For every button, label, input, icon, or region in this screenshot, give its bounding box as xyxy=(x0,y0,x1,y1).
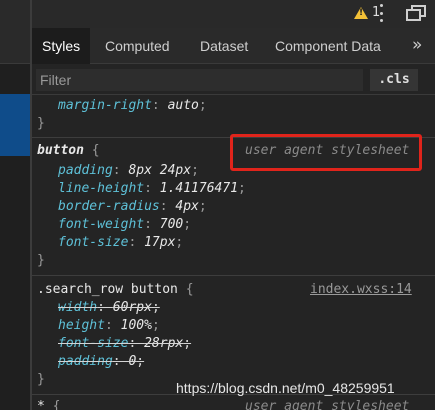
style-property-overridden[interactable]: padding: 0; xyxy=(58,353,144,371)
style-property[interactable]: margin-right: auto; xyxy=(58,97,207,115)
rule-close-brace: } xyxy=(37,116,45,131)
rule-close-brace: } xyxy=(37,372,45,387)
tab-dataset[interactable]: Dataset xyxy=(190,28,258,64)
cls-toggle-button[interactable]: .cls xyxy=(370,69,418,91)
rule-source-link[interactable]: index.wxss:14 xyxy=(310,281,412,299)
page-preview-strip xyxy=(0,0,30,410)
tab-component-data[interactable]: Component Data xyxy=(265,28,391,64)
tab-computed[interactable]: Computed xyxy=(95,28,180,64)
undock-icon[interactable] xyxy=(406,5,426,21)
preview-toolbar-strip xyxy=(0,0,30,28)
warnings-counter[interactable]: 1 xyxy=(354,5,380,20)
style-property-overridden[interactable]: font-size: 28rpx; xyxy=(58,335,191,353)
rule-separator xyxy=(32,275,435,276)
style-property[interactable]: line-height: 1.41176471; xyxy=(58,180,246,198)
kebab-menu-icon[interactable] xyxy=(378,4,384,22)
rule-selector[interactable]: * { xyxy=(37,398,60,410)
watermark-text: https://blog.csdn.net/m0_48259951 xyxy=(176,380,395,396)
sidebar-tabs: Styles Computed Dataset Component Data » xyxy=(32,28,435,64)
tabs-overflow-chevron-icon[interactable]: » xyxy=(412,28,422,64)
warning-triangle-icon xyxy=(354,6,368,19)
preview-tab-strip xyxy=(0,28,30,64)
rule-close-brace: } xyxy=(37,253,45,268)
style-property[interactable]: padding: 8px 24px; xyxy=(58,162,199,180)
filter-bar: .cls xyxy=(32,65,435,95)
style-property[interactable]: font-size: 17px; xyxy=(58,234,183,252)
devtools-toolbar: 1 xyxy=(32,0,435,28)
filter-input[interactable] xyxy=(36,69,363,91)
tab-styles[interactable]: Styles xyxy=(32,28,91,64)
selected-dom-node-highlight[interactable] xyxy=(0,94,30,156)
style-property[interactable]: height: 100%; xyxy=(58,317,160,335)
style-property[interactable]: font-weight: 700; xyxy=(58,216,191,234)
rule-selector[interactable]: .search_row button { xyxy=(37,281,194,299)
style-property-overridden[interactable]: width: 60rpx; xyxy=(58,299,160,317)
rule-selector[interactable]: button { xyxy=(37,142,100,160)
rule-origin-label: user agent stylesheet xyxy=(245,399,410,410)
highlight-annotation-box xyxy=(230,134,422,171)
style-property[interactable]: border-radius: 4px; xyxy=(58,198,207,216)
